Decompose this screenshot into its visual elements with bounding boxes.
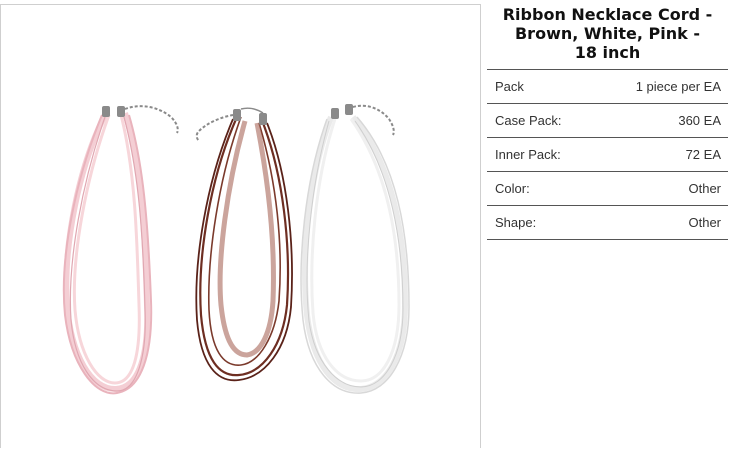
spec-row-inner-pack: Inner Pack: 72 EA: [487, 138, 728, 172]
product-image[interactable]: [1, 5, 480, 449]
product-info-panel: Ribbon Necklace Cord - Brown, White, Pin…: [487, 0, 728, 240]
pink-necklace-image: [62, 105, 179, 395]
spec-value: 360 EA: [678, 113, 721, 128]
spec-value: Other: [688, 215, 721, 230]
product-title: Ribbon Necklace Cord - Brown, White, Pin…: [487, 0, 728, 62]
spec-value: 1 piece per EA: [635, 79, 721, 94]
product-title-line: Ribbon Necklace Cord -: [502, 5, 713, 24]
spec-row-case-pack: Case Pack: 360 EA: [487, 104, 728, 138]
spec-value: Other: [688, 181, 721, 196]
product-title-line: Brown, White, Pink -: [514, 24, 701, 43]
spec-row-color: Color: Other: [487, 172, 728, 206]
spec-row-shape: Shape: Other: [487, 206, 728, 240]
white-necklace-image: [300, 104, 410, 394]
product-image-panel: [0, 4, 481, 448]
spec-label: Pack: [495, 79, 524, 94]
product-title-line: 18 inch: [574, 43, 641, 62]
spec-row-pack: Pack 1 piece per EA: [487, 70, 728, 104]
spec-label: Inner Pack:: [495, 147, 561, 162]
spec-table: Pack 1 piece per EA Case Pack: 360 EA In…: [487, 69, 728, 240]
spec-value: 72 EA: [685, 147, 721, 162]
spec-label: Shape:: [495, 215, 537, 230]
spec-label: Case Pack:: [495, 113, 562, 128]
spec-label: Color:: [495, 181, 530, 196]
brown-necklace-image: [195, 107, 293, 382]
